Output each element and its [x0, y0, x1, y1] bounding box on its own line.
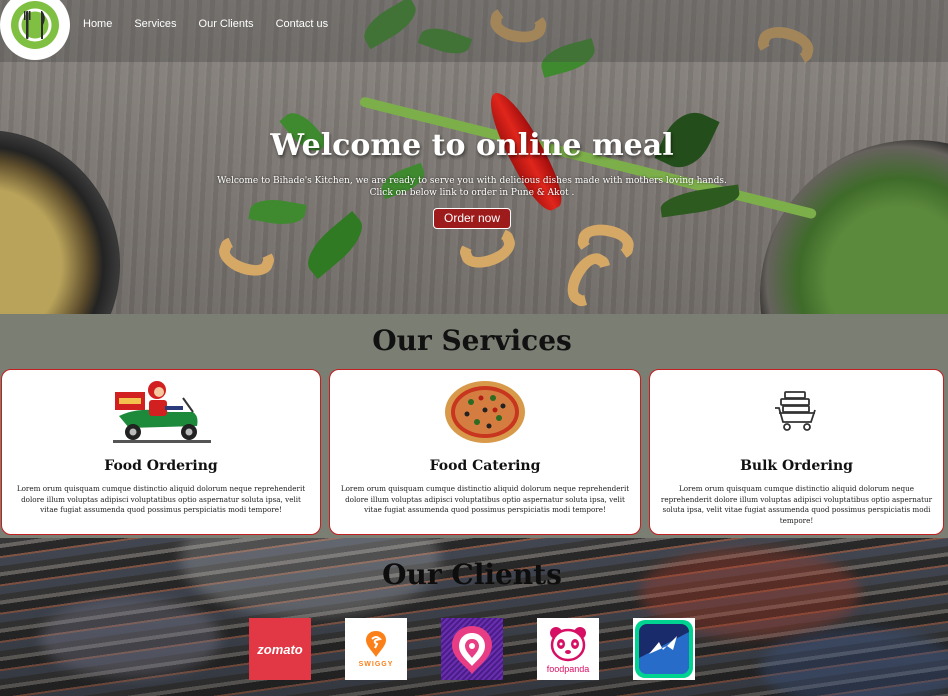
herb-leaf-image [248, 195, 307, 229]
hero-section: Home Services Our Clients Contact us Wel… [0, 0, 948, 314]
card-description: Lorem orum quisquam cumque distinctio al… [340, 484, 630, 514]
hero-title: Welcome to online meal [270, 128, 674, 163]
services-title: Our Services [372, 324, 572, 357]
site-logo[interactable] [0, 0, 70, 60]
top-navbar: Home Services Our Clients Contact us [0, 0, 948, 62]
swiggy-icon [366, 631, 386, 657]
dunzo-icon [635, 620, 693, 678]
service-card-food-ordering[interactable]: Food Ordering Lorem orum quisquam cumque… [1, 369, 321, 535]
order-now-button[interactable]: Order now [433, 208, 511, 229]
background-motion-blur [760, 628, 948, 696]
zomato-wordmark: zomato [257, 641, 303, 657]
client-logo-foodpanda[interactable]: foodpanda [537, 618, 599, 680]
swiggy-wordmark: SWIGGY [358, 661, 394, 668]
client-logo-swiggy[interactable]: SWIGGY [345, 618, 407, 680]
card-title: Bulk Ordering [740, 458, 853, 474]
cashew-image [455, 223, 521, 275]
salad-bowl-right-image [760, 140, 948, 314]
panda-icon [550, 626, 586, 661]
hero-order-hint: Click on below link to order in Pune & A… [369, 188, 575, 198]
card-title: Food Ordering [104, 458, 218, 474]
card-description: Lorem orum quisquam cumque distinctio al… [660, 484, 933, 525]
card-image [330, 376, 640, 446]
delivery-scooter-icon [113, 381, 211, 443]
cashew-image [213, 231, 279, 283]
client-logo-zomato[interactable]: zomato [249, 618, 311, 680]
clients-title: Our Clients [382, 558, 562, 591]
fork-knife-plate-icon [11, 1, 59, 49]
card-title: Food Catering [429, 458, 541, 474]
services-section: Our Services Food Ordering Lorem orum qu… [0, 314, 948, 538]
client-logo-location-pin[interactable] [441, 618, 503, 680]
foodpanda-wordmark: foodpanda [546, 663, 590, 674]
card-image [2, 376, 320, 446]
nav-link-home[interactable]: Home [83, 18, 112, 30]
background-motion-blur [40, 598, 220, 678]
clients-section: Our Clients zomato SWIGGY foodpanda [0, 538, 948, 696]
location-pin-icon [441, 618, 503, 680]
herb-leaf-image [298, 211, 372, 279]
nav-link-contact-us[interactable]: Contact us [276, 18, 329, 30]
card-image [650, 376, 943, 446]
service-card-food-catering[interactable]: Food Catering Lorem orum quisquam cumque… [329, 369, 641, 535]
nav-link-services[interactable]: Services [134, 18, 176, 30]
card-description: Lorem orum quisquam cumque distinctio al… [16, 484, 306, 514]
hero-welcome-text: Welcome to Bihade's Kitchen, we are read… [217, 176, 727, 186]
cart-boxes-icon [774, 391, 816, 431]
pizza-icon [445, 381, 525, 443]
nav-link-our-clients[interactable]: Our Clients [199, 18, 254, 30]
main-nav: Home Services Our Clients Contact us [83, 18, 328, 30]
service-card-bulk-ordering[interactable]: Bulk Ordering Lorem orum quisquam cumque… [649, 369, 944, 535]
client-logo-dunzo[interactable] [633, 618, 695, 680]
